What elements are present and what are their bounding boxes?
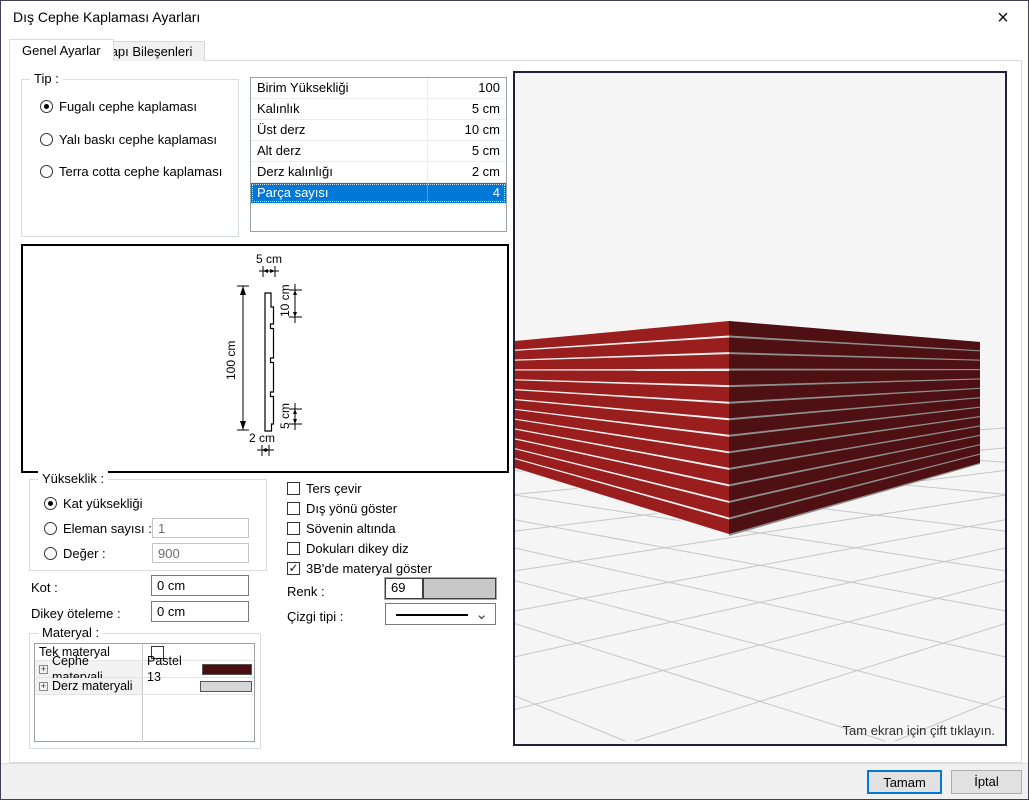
- radio-kat-yuksekligi[interactable]: Kat yüksekliği: [44, 496, 142, 511]
- checkbox-icon: [287, 502, 300, 515]
- radio-eleman-sayisi[interactable]: Eleman sayısı :: [44, 521, 152, 536]
- kot-label: Kot :: [31, 580, 58, 595]
- renk-control[interactable]: 69: [385, 578, 496, 599]
- material-name: Derz materyali: [52, 678, 133, 694]
- renk-color-swatch[interactable]: [422, 579, 495, 598]
- renk-label: Renk :: [287, 584, 325, 599]
- table-row[interactable]: Üst derz 10 cm: [251, 120, 506, 141]
- dikey-oteleme-label: Dikey öteleme :: [31, 606, 121, 621]
- checkbox-label: Sövenin altında: [306, 521, 396, 536]
- param-value[interactable]: 5 cm: [427, 141, 506, 161]
- checkbox-label: Dış yönü göster: [306, 501, 397, 516]
- param-name: Alt derz: [251, 141, 427, 161]
- table-row[interactable]: Kalınlık 5 cm: [251, 99, 506, 120]
- param-name: Üst derz: [251, 120, 427, 140]
- checkbox-label: Ters çevir: [306, 481, 362, 496]
- ok-button[interactable]: Tamam: [867, 770, 942, 794]
- parameters-table: Birim Yüksekliği 100 Kalınlık 5 cm Üst d…: [250, 77, 507, 232]
- tip-group: Tip : Fugalı cephe kaplaması Yalı baskı …: [21, 79, 239, 237]
- param-name: Kalınlık: [251, 99, 427, 119]
- checkbox-ters-cevir[interactable]: Ters çevir: [287, 481, 362, 496]
- radio-label: Eleman sayısı :: [63, 521, 152, 536]
- checkbox-icon: [287, 522, 300, 535]
- param-name: Birim Yüksekliği: [251, 78, 427, 98]
- param-value[interactable]: 4: [427, 183, 506, 203]
- param-value[interactable]: 5 cm: [427, 99, 506, 119]
- 3d-preview[interactable]: Tam ekran için çift tıklayın.: [513, 71, 1007, 746]
- dim-top-derz-label: 10 cm: [278, 284, 292, 317]
- checkbox-icon: [287, 482, 300, 495]
- radio-label: Kat yüksekliği: [63, 496, 142, 511]
- renk-value[interactable]: 69: [386, 579, 422, 598]
- eleman-sayisi-input: [152, 518, 249, 538]
- radio-icon: [40, 133, 53, 146]
- radio-deger[interactable]: Değer :: [44, 546, 106, 561]
- radio-icon: [44, 547, 57, 560]
- expand-icon[interactable]: +: [39, 665, 48, 674]
- close-icon[interactable]: ×: [986, 5, 1020, 31]
- line-type-dropdown[interactable]: ⌄: [385, 603, 496, 625]
- profile-diagram: 100 cm 5 cm 10 cm 5 cm 2 cm: [21, 244, 509, 473]
- table-row-selected[interactable]: Parça sayısı 4: [251, 183, 506, 204]
- radio-icon: [40, 165, 53, 178]
- checkbox-dokulari-dikey-diz[interactable]: Dokuları dikey diz: [287, 541, 409, 556]
- param-value[interactable]: 100: [427, 78, 506, 98]
- checkbox-checked-icon: ✓: [287, 562, 300, 575]
- checkbox-3b-materyal-goster[interactable]: ✓ 3B'de materyal göster: [287, 561, 432, 576]
- radio-label: Yalı baskı cephe kaplaması: [59, 132, 217, 147]
- radio-fugali-cephe[interactable]: Fugalı cephe kaplaması: [40, 99, 197, 114]
- dim-width-label: 5 cm: [256, 252, 282, 266]
- line-sample: [396, 614, 468, 616]
- material-table-filler: [35, 695, 254, 742]
- expand-icon[interactable]: +: [39, 682, 48, 691]
- tip-group-label: Tip :: [30, 71, 63, 86]
- dim-bottom-derz-label: 5 cm: [278, 403, 292, 429]
- table-row[interactable]: Birim Yüksekliği 100: [251, 78, 506, 99]
- radio-terra-cotta[interactable]: Terra cotta cephe kaplaması: [40, 164, 222, 179]
- radio-label: Terra cotta cephe kaplaması: [59, 164, 222, 179]
- radio-icon: [40, 100, 53, 113]
- dim-joint-label: 2 cm: [249, 431, 275, 445]
- checkbox-label: 3B'de materyal göster: [306, 561, 432, 576]
- material-row-cephe[interactable]: + Cephe materyali Pastel 13: [35, 661, 254, 678]
- checkbox-icon: [287, 542, 300, 555]
- radio-icon: [44, 522, 57, 535]
- radio-label: Değer :: [63, 546, 106, 561]
- table-row[interactable]: Derz kalınlığı 2 cm: [251, 162, 506, 183]
- window-title: Dış Cephe Kaplaması Ayarları: [13, 9, 200, 25]
- tab-genel-ayarlar[interactable]: Genel Ayarlar: [9, 39, 114, 61]
- radio-icon: [44, 497, 57, 510]
- chevron-down-icon: ⌄: [475, 605, 488, 623]
- checkbox-dis-yonu-goster[interactable]: Dış yönü göster: [287, 501, 397, 516]
- title-bar: Dış Cephe Kaplaması Ayarları ×: [1, 1, 1028, 33]
- dim-height-label: 100 cm: [224, 341, 238, 380]
- cizgi-tipi-label: Çizgi tipi :: [287, 609, 343, 624]
- param-name: Parça sayısı: [251, 183, 427, 203]
- radio-yali-baski[interactable]: Yalı baskı cephe kaplaması: [40, 132, 217, 147]
- material-row-derz[interactable]: + Derz materyali: [35, 678, 254, 695]
- cephe-material-swatch[interactable]: [202, 664, 252, 675]
- height-group-label: Yükseklik :: [38, 471, 108, 486]
- material-group-label: Materyal :: [38, 625, 103, 640]
- checkbox-label: Dokuları dikey diz: [306, 541, 409, 556]
- derz-material-swatch[interactable]: [200, 681, 252, 692]
- table-row[interactable]: Alt derz 5 cm: [251, 141, 506, 162]
- kot-input[interactable]: [151, 575, 249, 596]
- dialog-window: Dış Cephe Kaplaması Ayarları × Genel Aya…: [0, 0, 1029, 800]
- fullscreen-hint: Tam ekran için çift tıklayın.: [843, 723, 995, 738]
- radio-label: Fugalı cephe kaplaması: [59, 99, 197, 114]
- deger-input: [152, 543, 249, 563]
- material-table: Tek materyal + Cephe materyali Pastel 13…: [34, 643, 255, 742]
- checkbox-sovenin-altinda[interactable]: Sövenin altında: [287, 521, 396, 536]
- cancel-button[interactable]: İptal: [951, 770, 1022, 794]
- profile-diagram-svg: 100 cm 5 cm 10 cm 5 cm 2 cm: [23, 246, 507, 471]
- param-value[interactable]: 10 cm: [427, 120, 506, 140]
- height-group: Yükseklik : Kat yüksekliği Eleman sayısı…: [29, 479, 267, 571]
- dikey-oteleme-input[interactable]: [151, 601, 249, 622]
- 3d-preview-canvas[interactable]: [515, 73, 1005, 744]
- param-name: Derz kalınlığı: [251, 162, 427, 182]
- param-value[interactable]: 2 cm: [427, 162, 506, 182]
